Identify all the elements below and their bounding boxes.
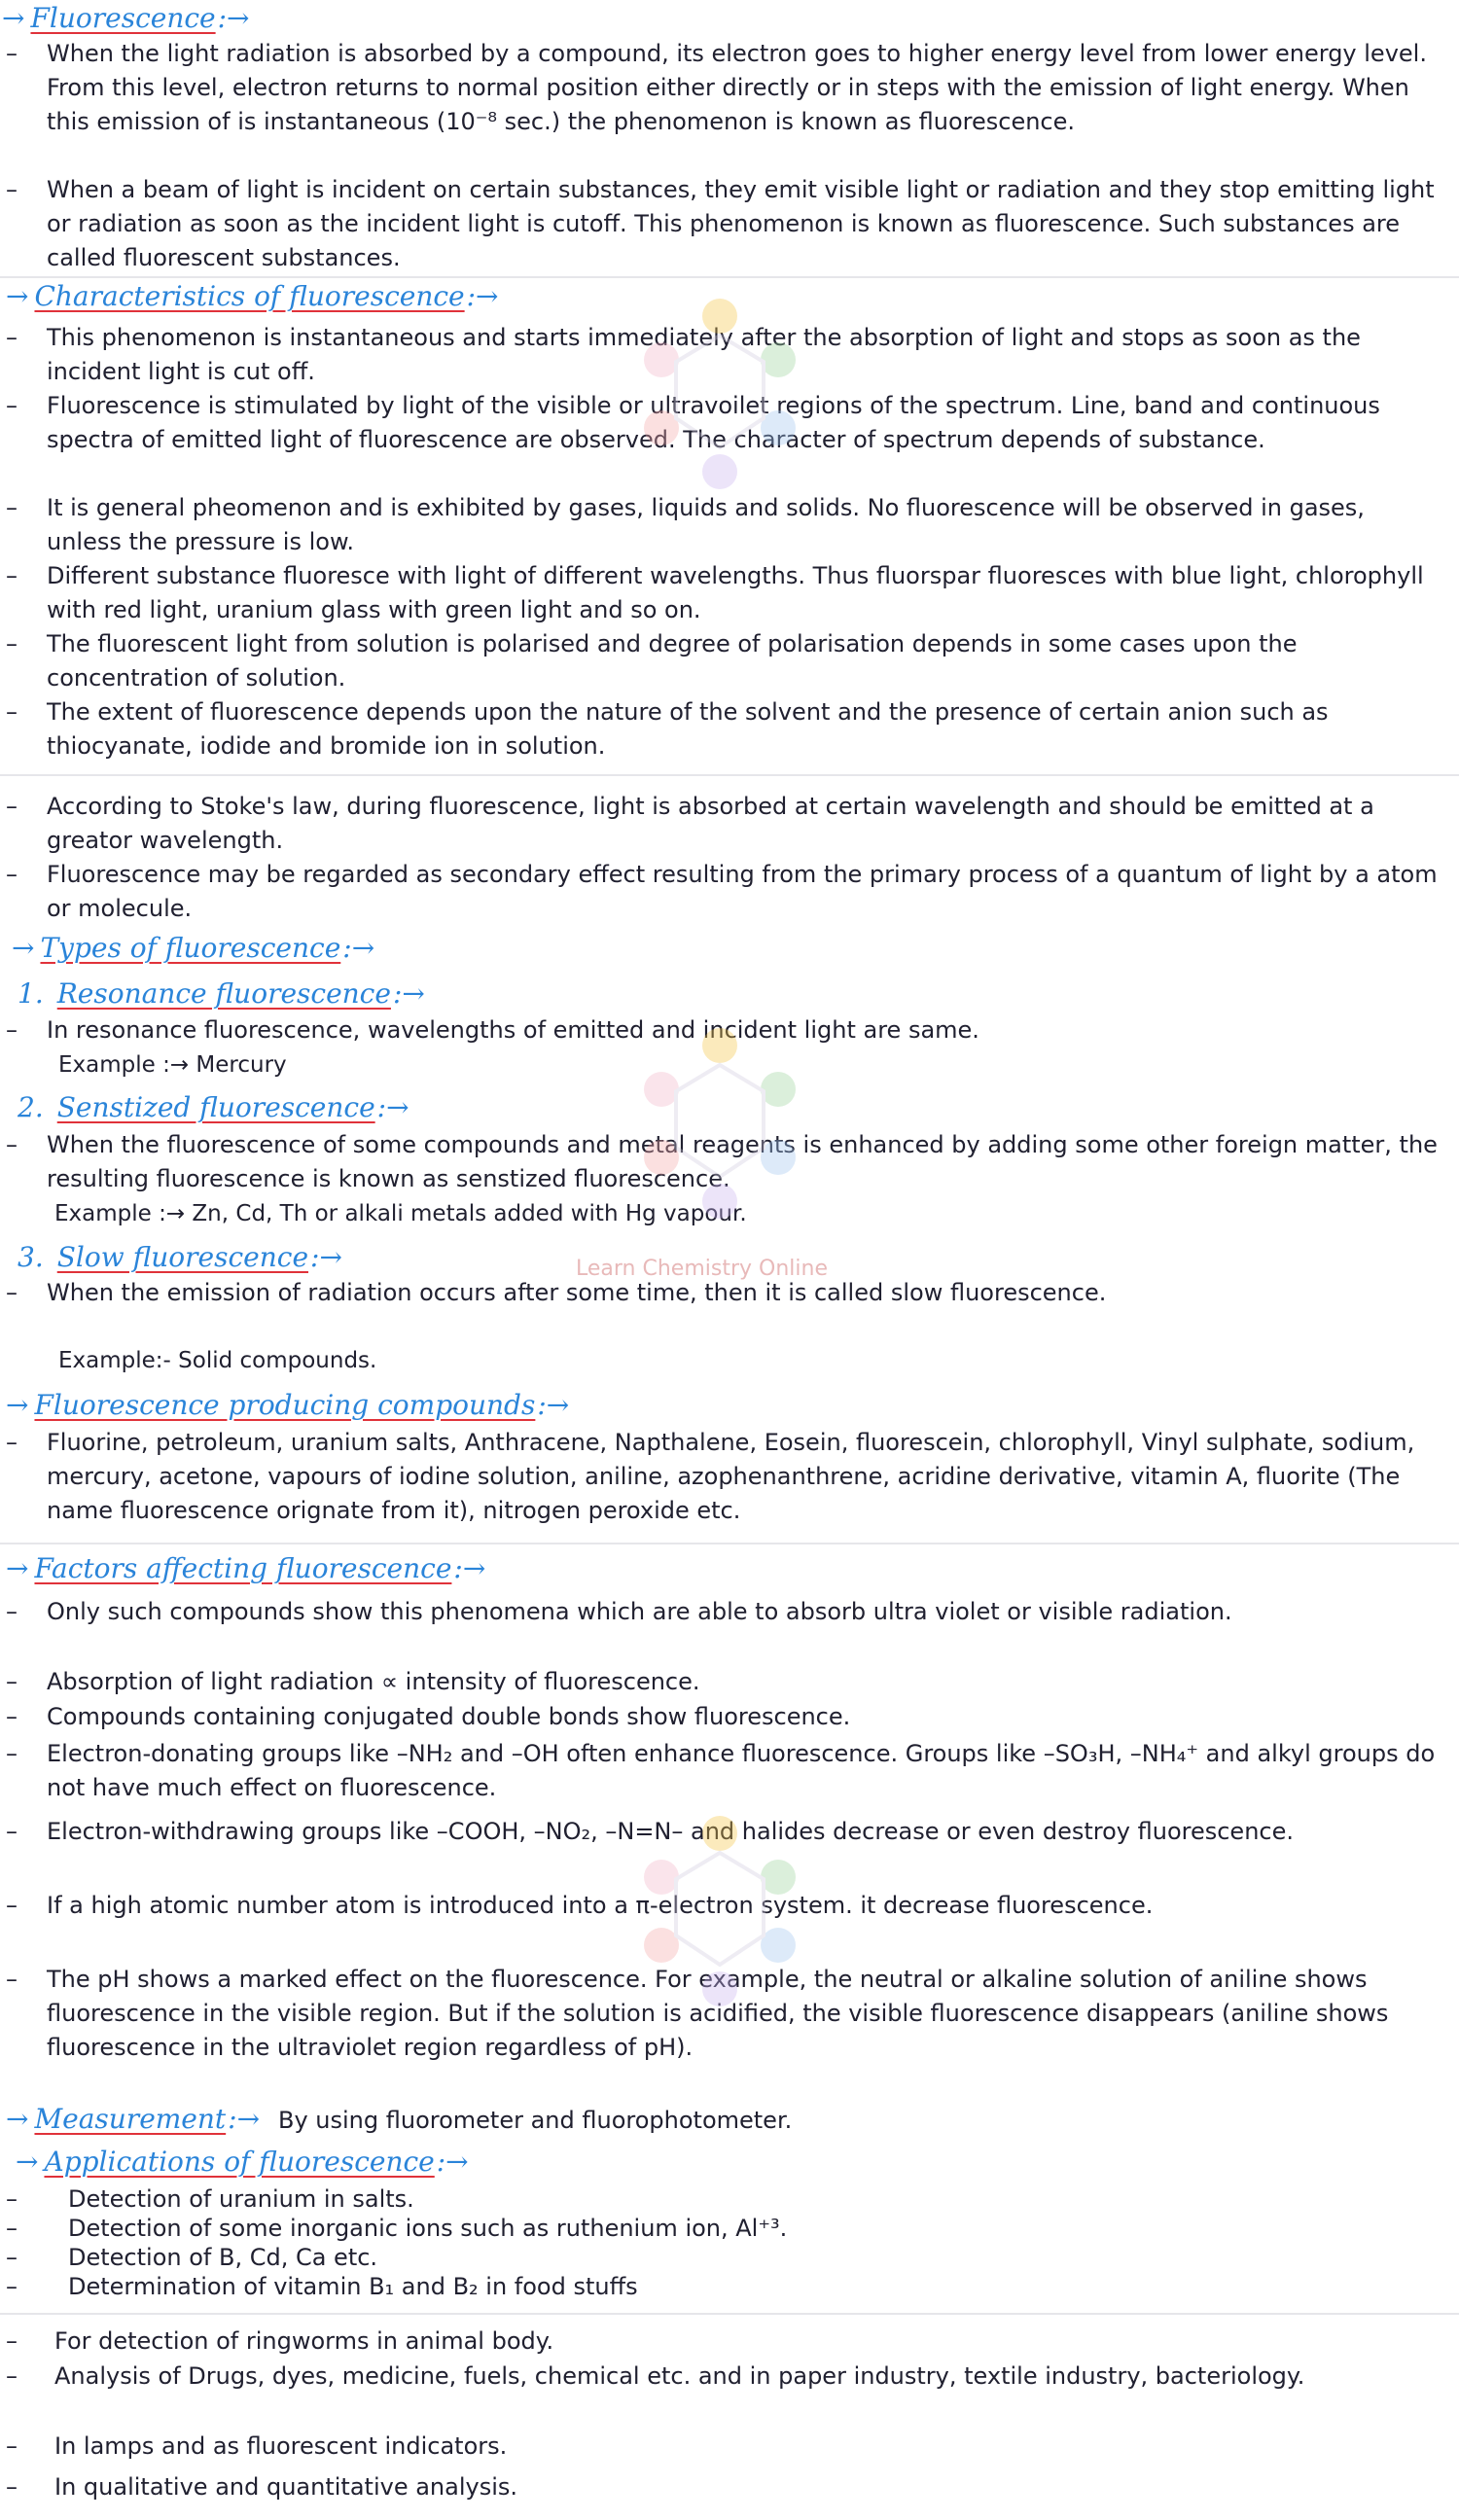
heading-fluorescence: → Fluorescence:→ <box>2 2 250 34</box>
bullet-dash: – <box>6 2362 18 2390</box>
bullet-dash: – <box>6 324 18 351</box>
bullet-dash: – <box>6 494 18 521</box>
heading-text: Fluorescence <box>30 2 216 34</box>
heading-sensitized: 2. Senstized fluorescence:→ <box>18 1091 409 1123</box>
heading-resonance: 1. Resonance fluorescence:→ <box>18 977 425 1010</box>
bullet-text: The fluorescent light from solution is p… <box>47 630 1298 692</box>
bullet-text: Determination of vitamin B₁ and B₂ in fo… <box>68 2273 638 2300</box>
bullet-dash: – <box>6 1016 18 1044</box>
bullet-dash: – <box>6 1668 18 1695</box>
arrow-icon: → <box>6 1552 29 1584</box>
arrow-icon: → <box>16 2146 39 2178</box>
bullet-dash: – <box>6 2432 18 2460</box>
watermark-logo <box>644 1816 796 2006</box>
heading-text: Applications of fluorescence <box>44 2146 435 2178</box>
bullet-text: Different substance fluoresce with light… <box>47 562 1424 623</box>
slow-example: Example:- Solid compounds. <box>58 1348 377 1373</box>
bullet-dash: – <box>6 861 18 888</box>
bullet-text: The extent of fluorescence depends upon … <box>47 698 1329 760</box>
bullet-dash: – <box>6 40 18 67</box>
bullet-dash: – <box>6 392 18 419</box>
heading-suffix: :→ <box>392 977 425 1010</box>
divider <box>0 774 1459 776</box>
bullet-dash: – <box>6 1966 18 1993</box>
notes-page: → Fluorescence:→ – When the light radiatio… <box>0 0 1459 2520</box>
section-number: 3. <box>18 1241 44 1273</box>
bullet-text: For detection of ringworms in animal bod… <box>54 2327 554 2355</box>
heading-slow: 3. Slow fluorescence:→ <box>18 1241 342 1273</box>
bullet-dash: – <box>6 1818 18 1845</box>
heading-text: Slow fluorescence <box>56 1241 309 1273</box>
bullet-text: According to Stoke's law, during fluores… <box>47 793 1374 854</box>
bullet-dash: – <box>6 2327 18 2355</box>
arrow-icon: → <box>6 2103 29 2135</box>
bullet-text: Compounds containing conjugated double b… <box>47 1703 851 1730</box>
bullet-dash: – <box>6 562 18 589</box>
measurement-text: By using fluorometer and fluorophotomete… <box>277 2107 793 2134</box>
heading-characteristics: → Characteristics of fluorescence:→ <box>6 280 499 312</box>
bullet-dash: – <box>6 698 18 726</box>
bullet-dash: – <box>6 1279 18 1306</box>
heading-suffix: :→ <box>453 1552 486 1584</box>
heading-text: Fluorescence producing compounds <box>34 1389 536 1421</box>
section-number: 1. <box>18 977 44 1010</box>
bullet-text: When the emission of radiation occurs af… <box>47 1279 1107 1306</box>
divider <box>0 276 1459 278</box>
heading-text: Measurement <box>34 2103 227 2135</box>
heading-text: Characteristics of fluorescence <box>34 280 465 312</box>
heading-suffix: :→ <box>376 1091 409 1123</box>
bullet-text: When a beam of light is incident on cert… <box>47 176 1435 271</box>
watermark-logo <box>644 1028 796 1219</box>
heading-measurement: → Measurement:→ By using fluorometer and … <box>6 2103 792 2135</box>
heading-suffix: :→ <box>310 1241 342 1273</box>
heading-suffix: :→ <box>217 2 250 34</box>
bullet-dash: – <box>6 1740 18 1767</box>
resonance-example: Example :→ Mercury <box>58 1052 287 1078</box>
heading-suffix: :→ <box>228 2103 261 2135</box>
bullet-dash: – <box>6 2273 18 2300</box>
heading-text: Resonance fluorescence <box>56 977 391 1010</box>
bullet-text: In lamps and as fluorescent indicators. <box>54 2432 508 2460</box>
bullet-dash: – <box>6 1429 18 1456</box>
bullet-text: Electron-donating groups like –NH₂ and –… <box>47 1740 1436 1801</box>
bullet-dash: – <box>6 1892 18 1919</box>
bullet-dash: – <box>6 793 18 820</box>
heading-text: Senstized fluorescence <box>56 1091 375 1123</box>
section-number: 2. <box>18 1091 44 1123</box>
bullet-dash: – <box>6 1703 18 1730</box>
heading-suffix: :→ <box>537 1389 570 1421</box>
heading-types: → Types of fluorescence:→ <box>12 932 374 964</box>
bullet-text: Fluorescence may be regarded as secondar… <box>47 861 1438 922</box>
heading-suffix: :→ <box>342 932 375 964</box>
heading-text: Types of fluorescence <box>40 932 341 964</box>
arrow-icon: → <box>12 932 35 964</box>
arrow-icon: → <box>2 2 25 34</box>
bullet-text: Absorption of light radiation ∝ intensit… <box>47 1668 700 1695</box>
bullet-dash: – <box>6 2473 18 2501</box>
heading-applications: → Applications of fluorescence:→ <box>16 2146 469 2178</box>
arrow-icon: → <box>6 280 29 312</box>
bullet-text: In qualitative and quantitative analysis… <box>54 2473 518 2501</box>
bullet-text: When the light radiation is absorbed by … <box>47 40 1427 135</box>
divider <box>0 1543 1459 1544</box>
arrow-icon: → <box>6 1389 29 1421</box>
bullet-text: Only such compounds show this phenomena … <box>47 1598 1232 1625</box>
watermark-text: Learn Chemistry Online <box>576 1257 828 1281</box>
heading-compounds: → Fluorescence producing compounds:→ <box>6 1389 569 1421</box>
bullet-dash: – <box>6 1131 18 1158</box>
bullet-text: Fluorine, petroleum, uranium salts, Anth… <box>47 1429 1415 1524</box>
heading-suffix: :→ <box>466 280 499 312</box>
watermark-logo <box>644 299 796 489</box>
heading-suffix: :→ <box>436 2146 469 2178</box>
bullet-text: Analysis of Drugs, dyes, medicine, fuels… <box>54 2362 1305 2390</box>
divider <box>0 2313 1459 2315</box>
heading-factors: → Factors affecting fluorescence:→ <box>6 1552 485 1584</box>
bullet-dash: – <box>6 1598 18 1625</box>
heading-text: Factors affecting fluorescence <box>34 1552 452 1584</box>
bullet-dash: – <box>6 630 18 657</box>
bullet-dash: – <box>6 176 18 203</box>
